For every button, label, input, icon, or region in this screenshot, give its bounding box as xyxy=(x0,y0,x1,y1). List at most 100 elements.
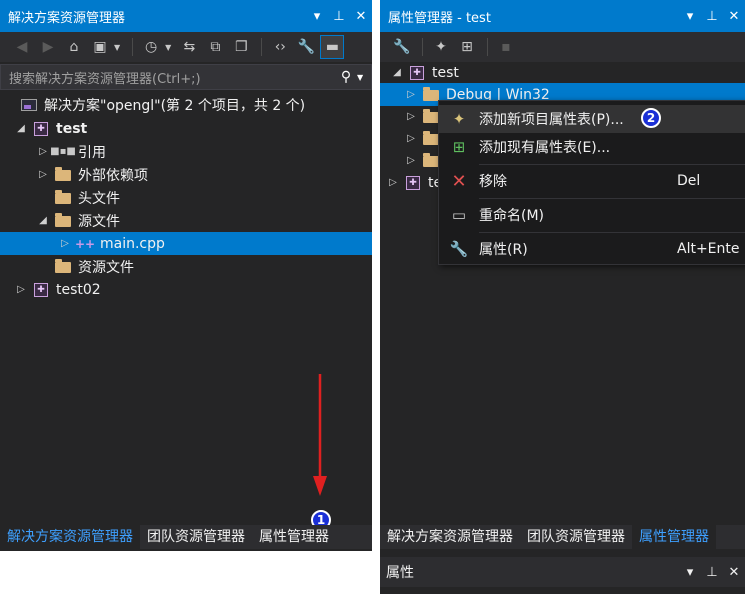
new-property-sheet-icon: ✦ xyxy=(452,110,466,128)
tab-property-manager[interactable]: 属性管理器 xyxy=(632,525,716,549)
folder-open-icon xyxy=(54,213,72,229)
collapsed-arrow-icon[interactable]: ▷ xyxy=(386,177,400,188)
tab-solution-explorer[interactable]: 解决方案资源管理器 xyxy=(0,525,140,549)
add-existing-property-sheet-button[interactable]: ⊞ xyxy=(455,35,479,59)
dropdown-button[interactable]: ▾ xyxy=(306,9,328,24)
close-button[interactable]: ✕ xyxy=(723,9,745,24)
preview-button[interactable]: ▬ xyxy=(320,35,345,59)
tab-team-explorer[interactable]: 团队资源管理器 xyxy=(140,525,252,549)
tree-item-label: test02 xyxy=(56,281,101,298)
menu-item-remove[interactable]: ✕ 移除 Del xyxy=(439,167,745,195)
close-button[interactable]: ✕ xyxy=(350,9,372,24)
tree-item-resource-files[interactable]: 资源文件 xyxy=(0,255,372,278)
properties-wrench-button[interactable]: 🔧 xyxy=(390,35,414,59)
toolbar-separator xyxy=(487,38,488,56)
tree-item-label: 资源文件 xyxy=(78,259,134,276)
back-button[interactable]: ◀ xyxy=(10,35,34,59)
collapsed-arrow-icon[interactable]: ▷ xyxy=(404,155,418,166)
annotation-marker-2: 2 xyxy=(641,108,661,128)
cpp-project-icon: ✚ xyxy=(404,175,422,191)
folder-icon xyxy=(54,259,72,275)
properties-wrench-button[interactable]: 🔧 xyxy=(294,35,318,59)
bottom-tab-strip: 解决方案资源管理器 团队资源管理器 属性管理器 xyxy=(380,525,745,549)
tree-item-label: test xyxy=(56,120,88,137)
menu-item-label: 重命名(M) xyxy=(479,208,545,224)
toolbar-separator xyxy=(422,38,423,56)
expanded-arrow-icon[interactable]: ◢ xyxy=(36,215,50,226)
menu-separator xyxy=(479,232,745,233)
collapsed-arrow-icon[interactable]: ▷ xyxy=(404,111,418,122)
dropdown-button[interactable]: ▾ xyxy=(679,565,701,580)
view-code-button[interactable]: ‹› xyxy=(268,35,292,59)
tab-team-explorer[interactable]: 团队资源管理器 xyxy=(520,525,632,549)
collapsed-arrow-icon[interactable]: ▷ xyxy=(58,238,72,249)
dropdown-button[interactable]: ▾ xyxy=(679,9,701,24)
show-all-files-button[interactable]: ❐ xyxy=(229,35,253,59)
property-manager-titlebar: 属性管理器 - test ▾ ⊥ ✕ xyxy=(380,0,745,32)
tree-item-label: 引用 xyxy=(78,144,106,161)
search-box[interactable]: 搜索解决方案资源管理器(Ctrl+;) ⚲ ▼ xyxy=(0,64,372,90)
menu-item-rename[interactable]: ▭ 重命名(M) xyxy=(439,201,745,229)
pin-button[interactable]: ⊥ xyxy=(701,9,723,24)
rename-icon: ▭ xyxy=(451,206,467,224)
save-button[interactable]: ▪ xyxy=(494,35,518,59)
tree-item-project-test02[interactable]: ▷ ✚ test02 xyxy=(0,278,372,301)
search-icon[interactable]: ⚲ xyxy=(335,69,357,85)
close-button[interactable]: ✕ xyxy=(723,565,745,580)
collapsed-arrow-icon[interactable]: ▷ xyxy=(36,146,50,157)
tree-item-label: 源文件 xyxy=(78,213,120,230)
expanded-arrow-icon[interactable]: ◢ xyxy=(390,67,404,78)
collapse-all-button[interactable]: ⧉ xyxy=(203,35,227,59)
pin-button[interactable]: ⊥ xyxy=(328,9,350,24)
pin-button[interactable]: ⊥ xyxy=(701,565,723,580)
tree-item-label: 外部依赖项 xyxy=(78,167,148,184)
tree-item-external-deps[interactable]: ▷ 外部依赖项 xyxy=(0,163,372,186)
menu-item-add-new-property-sheet[interactable]: ✦ 添加新项目属性表(P)... xyxy=(439,105,745,133)
tree-item-header-files[interactable]: 头文件 xyxy=(0,186,372,209)
property-manager-panel: 属性管理器 - test ▾ ⊥ ✕ 🔧 ✦ ⊞ ▪ ◢ ✚ test ▷ De… xyxy=(380,0,745,594)
panel-title: 解决方案资源管理器 xyxy=(8,10,126,26)
tree-item-project-test[interactable]: ◢ ✚ test xyxy=(380,61,745,84)
collapsed-arrow-icon[interactable]: ▷ xyxy=(404,133,418,144)
pending-changes-filter-button[interactable]: ◷ xyxy=(139,35,163,59)
tree-item-references[interactable]: ▷ ■▪■ 引用 xyxy=(0,140,372,163)
tree-item-solution[interactable]: 解决方案"opengl"(第 2 个项目，共 2 个) xyxy=(0,93,372,116)
chevron-down-icon[interactable]: ▼ xyxy=(357,73,371,82)
menu-item-add-existing-property-sheet[interactable]: ⊞ 添加现有属性表(E)... xyxy=(439,133,745,161)
properties-panel-header: 属性 ▾ ⊥ ✕ xyxy=(380,557,745,587)
search-input[interactable]: 搜索解决方案资源管理器(Ctrl+;) xyxy=(9,68,335,87)
home-button[interactable]: ⌂ xyxy=(62,35,86,59)
chevron-down-icon[interactable]: ▼ xyxy=(114,43,120,52)
bottom-tab-strip: 解决方案资源管理器 团队资源管理器 属性管理器 xyxy=(0,525,372,549)
collapsed-arrow-icon[interactable]: ▷ xyxy=(36,169,50,180)
tree-item-source-files[interactable]: ◢ 源文件 xyxy=(0,209,372,232)
menu-item-shortcut: Alt+Ente xyxy=(677,241,740,257)
menu-item-label: 属性(R) xyxy=(479,242,528,258)
menu-item-label: 移除 xyxy=(479,174,507,190)
tree-item-label: test xyxy=(432,64,459,81)
solution-explorer-panel: 解决方案资源管理器 ▾ ⊥ ✕ ◀ ▶ ⌂ ▣ ▼ ◷ ▼ ⇆ ⧉ ❐ ‹› 🔧… xyxy=(0,0,372,551)
solution-icon xyxy=(20,97,38,113)
chevron-down-icon[interactable]: ▼ xyxy=(165,43,171,52)
tab-solution-explorer[interactable]: 解决方案资源管理器 xyxy=(380,525,520,549)
panel-title: 属性管理器 - test xyxy=(388,10,491,26)
tree-item-project-test[interactable]: ◢ ✚ test xyxy=(0,117,372,140)
tree-item-main-cpp[interactable]: ▷ ++ main.cpp xyxy=(0,232,372,255)
tree-item-label: 头文件 xyxy=(78,190,120,207)
switch-views-button[interactable]: ▣ xyxy=(88,35,112,59)
expanded-arrow-icon[interactable]: ◢ xyxy=(14,123,28,134)
collapsed-arrow-icon[interactable]: ▷ xyxy=(404,89,418,100)
toolbar-separator xyxy=(261,38,263,56)
sync-button[interactable]: ⇆ xyxy=(177,35,201,59)
add-existing-sheet-icon: ⊞ xyxy=(452,138,466,156)
tree-item-label: 解决方案"opengl"(第 2 个项目，共 2 个) xyxy=(44,97,306,114)
add-new-property-sheet-button[interactable]: ✦ xyxy=(429,35,453,59)
forward-button[interactable]: ▶ xyxy=(36,35,60,59)
cpp-file-icon: ++ xyxy=(74,236,96,251)
tab-property-manager[interactable]: 属性管理器 xyxy=(252,525,336,549)
menu-item-properties[interactable]: 🔧 属性(R) Alt+Ente xyxy=(439,235,745,263)
collapsed-arrow-icon[interactable]: ▷ xyxy=(14,284,28,295)
toolbar-separator xyxy=(132,38,134,56)
tree-item-label: main.cpp xyxy=(100,235,165,252)
menu-item-shortcut: Del xyxy=(677,173,701,189)
